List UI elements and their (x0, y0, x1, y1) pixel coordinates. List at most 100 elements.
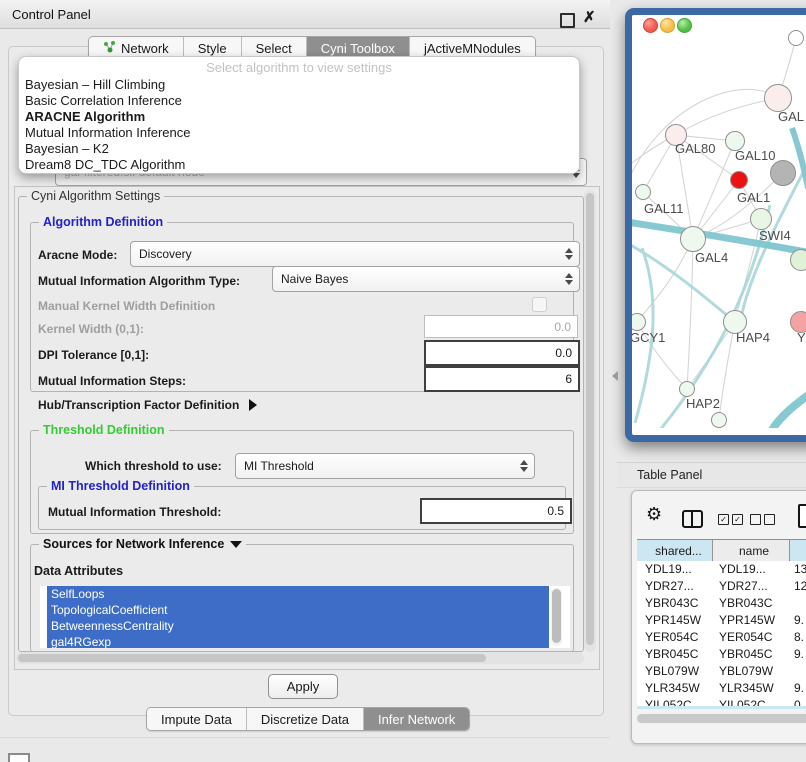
sources-title-text: Sources for Network Inference (43, 537, 224, 551)
tab-impute-data[interactable]: Impute Data (147, 708, 247, 730)
table-cell (790, 663, 806, 680)
threshold-definition-title: Threshold Definition (39, 423, 169, 437)
algorithm-option-mutual-information-inference[interactable]: Mutual Information Inference (25, 125, 190, 141)
minimized-panel-icon[interactable] (8, 753, 30, 762)
table-row[interactable]: YLR345WYLR345W9. (637, 680, 806, 697)
table-cell: YPR145W (637, 612, 713, 629)
network-node[interactable] (770, 160, 796, 186)
window-close-button[interactable] (643, 18, 658, 33)
network-node[interactable] (635, 184, 651, 200)
tab-discretize-data[interactable]: Discretize Data (247, 708, 364, 730)
window-zoom-button[interactable] (677, 18, 692, 33)
which-threshold-combo[interactable]: MI Threshold (235, 453, 535, 479)
mi-type-combo[interactable]: Naive Bayes (272, 266, 580, 292)
aracne-mode-combo[interactable]: Discovery (130, 241, 580, 267)
combo-arrows-icon (565, 248, 573, 260)
apply-button[interactable]: Apply (268, 674, 338, 699)
node-label-gal10: GAL10 (735, 148, 775, 163)
hub-definition-row[interactable]: Hub/Transcription Factor Definition (38, 398, 257, 412)
attributes-scrollbar[interactable] (551, 588, 562, 646)
table-row[interactable]: YBR043CYBR043C (637, 595, 806, 612)
table-cell: YLR345W (637, 680, 713, 697)
table-horizontal-scrollbar[interactable] (636, 713, 806, 724)
network-canvas[interactable]: GALGAL80GAL10GAL1GAL11GAL4SWI4GCY1HAP4YH… (632, 33, 806, 428)
select-all-columns-icon[interactable]: ✓✓ (718, 514, 743, 525)
table-cell: YER054C (637, 629, 713, 646)
tab-infer-network[interactable]: Infer Network (364, 708, 469, 730)
table-row[interactable]: YBR045CYBR045C9. (637, 646, 806, 663)
next-row-sliver (637, 706, 806, 709)
algorithm-option-basic-correlation-inference[interactable]: Basic Correlation Inference (25, 93, 182, 109)
network-node-gal1[interactable] (750, 208, 772, 230)
gear-icon[interactable]: ⚙ (646, 505, 662, 523)
sources-group-title: Sources for Network Inference (39, 537, 246, 551)
network-tab-icon (103, 40, 116, 56)
network-node[interactable] (711, 412, 727, 428)
attribute-item-selfloops[interactable]: SelfLoops (47, 586, 549, 602)
mi-threshold-group-title: MI Threshold Definition (47, 479, 194, 493)
mi-threshold-label: Mutual Information Threshold: (48, 505, 221, 519)
table-cell: YDL19... (713, 561, 790, 578)
node-label-gal: GAL (778, 109, 804, 124)
data-attributes-list[interactable]: SelfLoopsTopologicalCoefficientBetweenne… (40, 586, 570, 648)
manual-kernel-checkbox[interactable] (532, 297, 547, 312)
settings-horizontal-scrollbar[interactable] (16, 652, 584, 664)
tab-label: Select (256, 41, 292, 56)
mi-type-value: Naive Bayes (281, 272, 348, 286)
algorithm-option-aracne-algorithm[interactable]: ARACNE Algorithm (25, 109, 145, 125)
table-header-row: shared...nameA (637, 539, 806, 563)
network-node[interactable] (788, 30, 804, 46)
table-cell: 13 (790, 561, 806, 578)
aracne-mode-label: Aracne Mode: (38, 248, 117, 262)
table-row[interactable]: YER054CYER054C8. (637, 629, 806, 646)
node-label-hap2: HAP2 (686, 396, 720, 411)
network-node[interactable] (790, 249, 806, 271)
node-label-gal4: GAL4 (695, 250, 728, 265)
document-icon[interactable] (798, 504, 806, 528)
table-row[interactable]: YDL19...YDL19...13 (637, 561, 806, 578)
tab-label: Network (121, 41, 169, 56)
mi-threshold-field[interactable]: 0.5 (420, 498, 572, 524)
attribute-item-betweennesscentrality[interactable]: BetweennessCentrality (47, 618, 549, 634)
algorithm-option-bayesian-k2[interactable]: Bayesian – K2 (25, 141, 109, 157)
float-panel-icon[interactable] (560, 13, 575, 28)
node-label-gal1: GAL1 (737, 190, 770, 205)
network-node[interactable] (730, 171, 748, 189)
split-view-icon[interactable] (682, 510, 703, 528)
attribute-item-topologicalcoefficient[interactable]: TopologicalCoefficient (47, 602, 549, 618)
table-cell: YBL079W (713, 663, 790, 680)
table-cell: YBL079W (637, 663, 713, 680)
table-cell: YDR27... (637, 578, 713, 595)
network-node-gal4[interactable] (680, 226, 706, 252)
attribute-item-gal4rgexp[interactable]: gal4RGexp (47, 634, 549, 648)
column-header-1[interactable]: shared... (637, 540, 713, 562)
network-node-hap2[interactable] (679, 381, 695, 397)
table-row[interactable]: YBL079WYBL079W (637, 663, 806, 680)
tab-label: Discretize Data (261, 712, 349, 727)
dpi-tolerance-field[interactable]: 0.0 (424, 340, 580, 366)
algorithm-option-dream8-dc-tdc-algorithm[interactable]: Dream8 DC_TDC Algorithm (25, 157, 185, 173)
table-body: YDL19...YDL19...13YDR27...YDR27...12YBR0… (637, 561, 806, 709)
mi-steps-field[interactable]: 6 (424, 366, 580, 392)
sources-collapse-icon[interactable] (230, 541, 242, 548)
network-view-window[interactable]: GALGAL80GAL10GAL1GAL11GAL4SWI4GCY1HAP4YH… (625, 8, 806, 442)
algorithm-option-bayesian-hill-climbing[interactable]: Bayesian – Hill Climbing (25, 77, 165, 93)
table-panel-title: Table Panel (637, 468, 702, 482)
panel-divider-handle[interactable] (612, 371, 618, 381)
table-cell (790, 595, 806, 612)
network-node-gcy1[interactable] (628, 313, 646, 331)
window-minimize-button[interactable] (660, 18, 675, 33)
table-cell: YLR345W (713, 680, 790, 697)
table-row[interactable]: YDR27...YDR27...12 (637, 578, 806, 595)
column-header-3[interactable]: A (790, 540, 806, 562)
tab-label: Style (198, 41, 227, 56)
column-header-2[interactable]: name (713, 540, 790, 562)
deselect-columns-icon[interactable] (750, 514, 775, 525)
algorithm-definition-title: Algorithm Definition (39, 215, 167, 229)
collapse-arrow-icon[interactable] (249, 399, 257, 411)
settings-vertical-scrollbar[interactable] (584, 190, 596, 652)
kernel-width-field[interactable]: 0.0 (424, 315, 578, 338)
table-row[interactable]: YPR145WYPR145W9. (637, 612, 806, 629)
network-node-gal[interactable] (764, 84, 792, 112)
table-panel-titlebar: Table Panel (617, 462, 806, 488)
